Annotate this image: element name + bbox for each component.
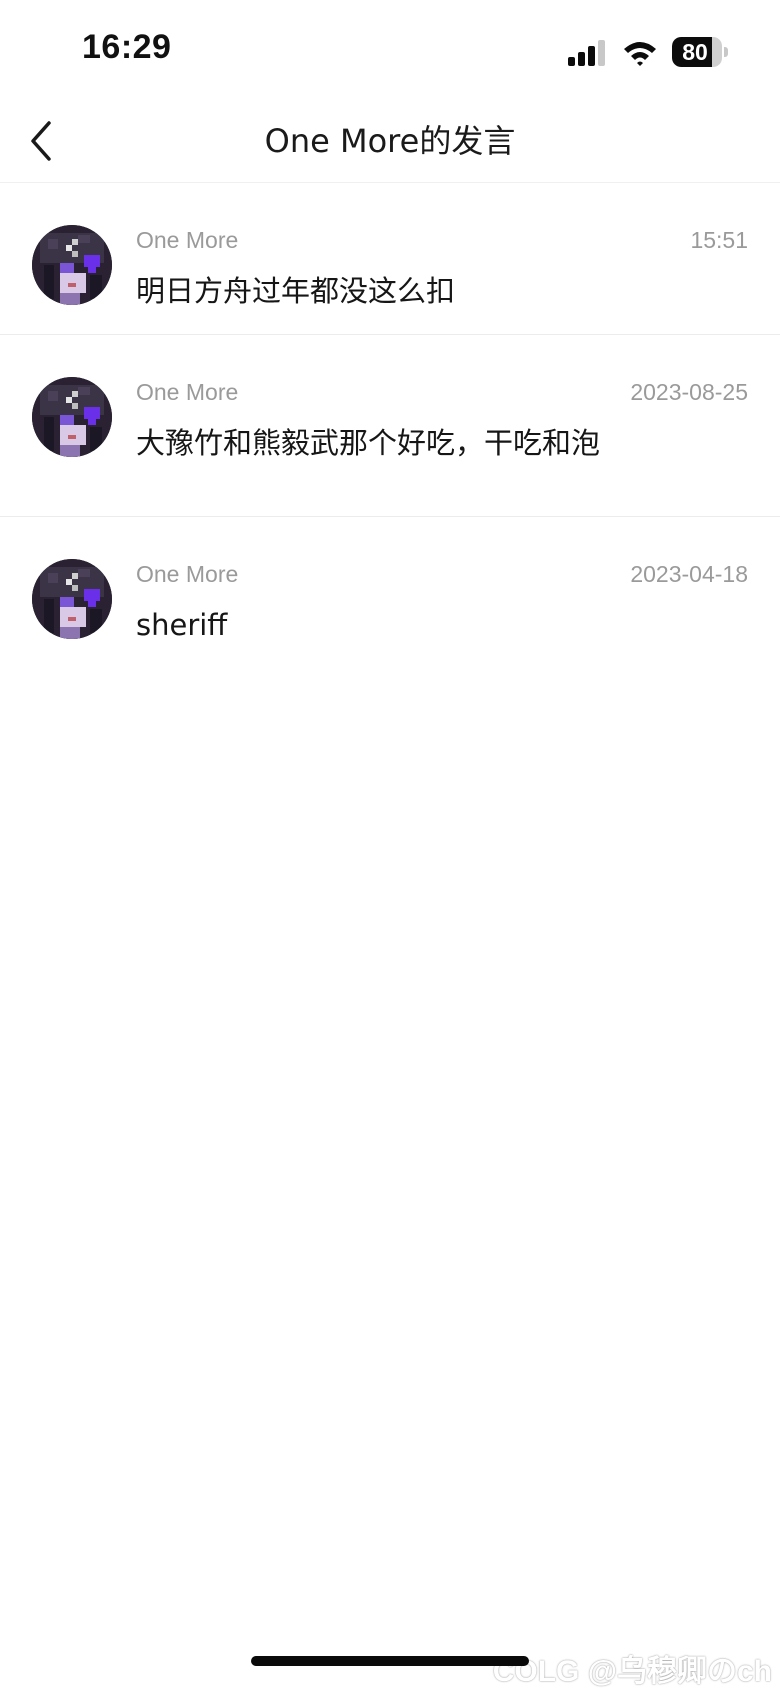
post-time: 2023-04-18 — [630, 561, 748, 587]
avatar[interactable] — [32, 225, 112, 305]
status-time: 16:29 — [82, 28, 172, 66]
avatar[interactable] — [32, 559, 112, 639]
post-meta: One More 2023-04-18 — [136, 561, 748, 591]
watermark: COLG @乌穆卿のch — [492, 1655, 772, 1688]
post-author[interactable]: One More — [136, 561, 238, 588]
nav-bar: One More的发言 — [0, 100, 780, 183]
back-button[interactable] — [18, 114, 72, 168]
battery-body: 80 — [672, 37, 722, 67]
post-content[interactable]: 明日方舟过年都没这么扣 — [136, 269, 626, 313]
battery-cap — [724, 47, 728, 57]
wifi-icon — [624, 42, 656, 66]
pixel-avatar-icon — [32, 559, 112, 639]
avatar[interactable] — [32, 377, 112, 457]
page-title: One More的发言 — [264, 122, 516, 160]
battery-icon: 80 — [672, 37, 728, 67]
signal-icon — [568, 40, 605, 66]
post-time: 15:51 — [690, 227, 748, 253]
post-author[interactable]: One More — [136, 379, 238, 406]
post-list: One More 15:51 明日方舟过年都没这么扣 One More 2023… — [0, 183, 780, 669]
list-item[interactable]: One More 15:51 明日方舟过年都没这么扣 — [0, 183, 780, 335]
home-indicator[interactable] — [251, 1656, 529, 1666]
post-content[interactable]: 大豫竹和熊毅武那个好吃，干吃和泡 — [136, 421, 626, 465]
post-meta: One More 2023-08-25 — [136, 379, 748, 409]
chevron-left-icon — [31, 121, 51, 161]
list-item[interactable]: One More 2023-04-18 sheriff — [0, 517, 780, 669]
list-item[interactable]: One More 2023-08-25 大豫竹和熊毅武那个好吃，干吃和泡 — [0, 335, 780, 517]
post-time: 2023-08-25 — [630, 379, 748, 405]
battery-level: 80 — [682, 39, 708, 65]
post-author[interactable]: One More — [136, 227, 238, 254]
pixel-avatar-icon — [32, 377, 112, 457]
status-bar: 16:29 80 — [0, 0, 780, 100]
post-meta: One More 15:51 — [136, 227, 748, 257]
pixel-avatar-icon — [32, 225, 112, 305]
post-content[interactable]: sheriff — [136, 603, 626, 647]
